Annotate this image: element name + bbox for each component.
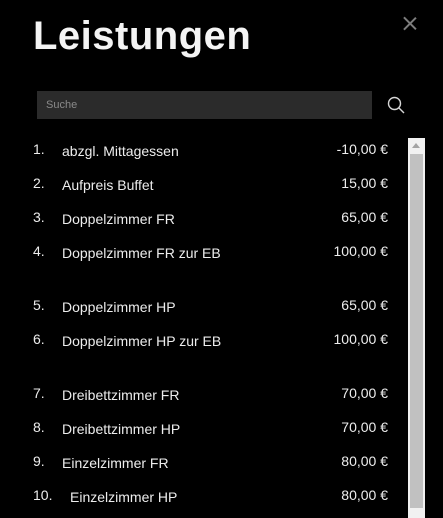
item-name: Doppelzimmer HP zur EB xyxy=(62,333,222,349)
list-item[interactable]: 4. Doppelzimmer FR zur EB 100,00 € xyxy=(20,234,400,288)
item-name: Aufpreis Buffet xyxy=(62,177,154,193)
list-item[interactable]: 1. abzgl. Mittagessen -10,00 € xyxy=(20,132,400,166)
item-price: 80,00 € xyxy=(341,487,388,503)
item-name: Dreibettzimmer FR xyxy=(62,387,180,403)
list-item[interactable]: 3. Doppelzimmer FR 65,00 € xyxy=(20,200,400,234)
scroll-up-arrow-icon[interactable] xyxy=(408,138,425,153)
list-item[interactable]: 6. Doppelzimmer HP zur EB 100,00 € xyxy=(20,322,400,376)
list-item[interactable]: 10. Einzelzimmer HP 80,00 € xyxy=(20,478,400,512)
item-number: 4. xyxy=(33,243,45,259)
item-number: 9. xyxy=(33,453,45,469)
services-list: 1. abzgl. Mittagessen -10,00 € 2. Aufpre… xyxy=(20,132,400,518)
item-price: 100,00 € xyxy=(333,331,389,347)
item-price: 65,00 € xyxy=(341,209,388,225)
item-number: 2. xyxy=(33,175,45,191)
item-price: 70,00 € xyxy=(341,419,388,435)
item-number: 1. xyxy=(33,141,45,157)
item-number: 3. xyxy=(33,209,45,225)
item-price: 70,00 € xyxy=(341,385,388,401)
search-input[interactable] xyxy=(37,91,372,119)
list-item[interactable]: 5. Doppelzimmer HP 65,00 € xyxy=(20,288,400,322)
item-number: 6. xyxy=(33,331,45,347)
item-name: abzgl. Mittagessen xyxy=(62,143,179,159)
item-name: Einzelzimmer FR xyxy=(62,455,169,471)
item-name: Doppelzimmer FR xyxy=(62,211,175,227)
item-number: 8. xyxy=(33,419,45,435)
item-number: 5. xyxy=(33,297,45,313)
scrollbar-thumb[interactable] xyxy=(410,154,423,508)
item-price: 100,00 € xyxy=(333,243,389,259)
list-item[interactable]: 7. Dreibettzimmer FR 70,00 € xyxy=(20,376,400,410)
item-number: 10. xyxy=(33,487,53,503)
item-number: 7. xyxy=(33,385,45,401)
item-price: 65,00 € xyxy=(341,297,388,313)
item-name: Doppelzimmer FR zur EB xyxy=(62,245,221,261)
services-dialog: Leistungen 1. abzgl. Mittagessen -10,00 … xyxy=(0,0,443,518)
search-icon[interactable] xyxy=(386,95,406,115)
list-item[interactable]: 2. Aufpreis Buffet 15,00 € xyxy=(20,166,400,200)
item-price: -10,00 € xyxy=(336,141,388,157)
close-icon[interactable] xyxy=(400,14,420,34)
list-scrollbar[interactable] xyxy=(408,138,425,518)
list-item[interactable]: 8. Dreibettzimmer HP 70,00 € xyxy=(20,410,400,444)
item-name: Doppelzimmer HP xyxy=(62,299,176,315)
item-name: Einzelzimmer HP xyxy=(70,489,178,505)
page-title: Leistungen xyxy=(33,14,252,58)
item-price: 80,00 € xyxy=(341,453,388,469)
item-price: 15,00 € xyxy=(341,175,388,191)
item-name: Dreibettzimmer HP xyxy=(62,421,181,437)
list-item[interactable]: 9. Einzelzimmer FR 80,00 € xyxy=(20,444,400,478)
